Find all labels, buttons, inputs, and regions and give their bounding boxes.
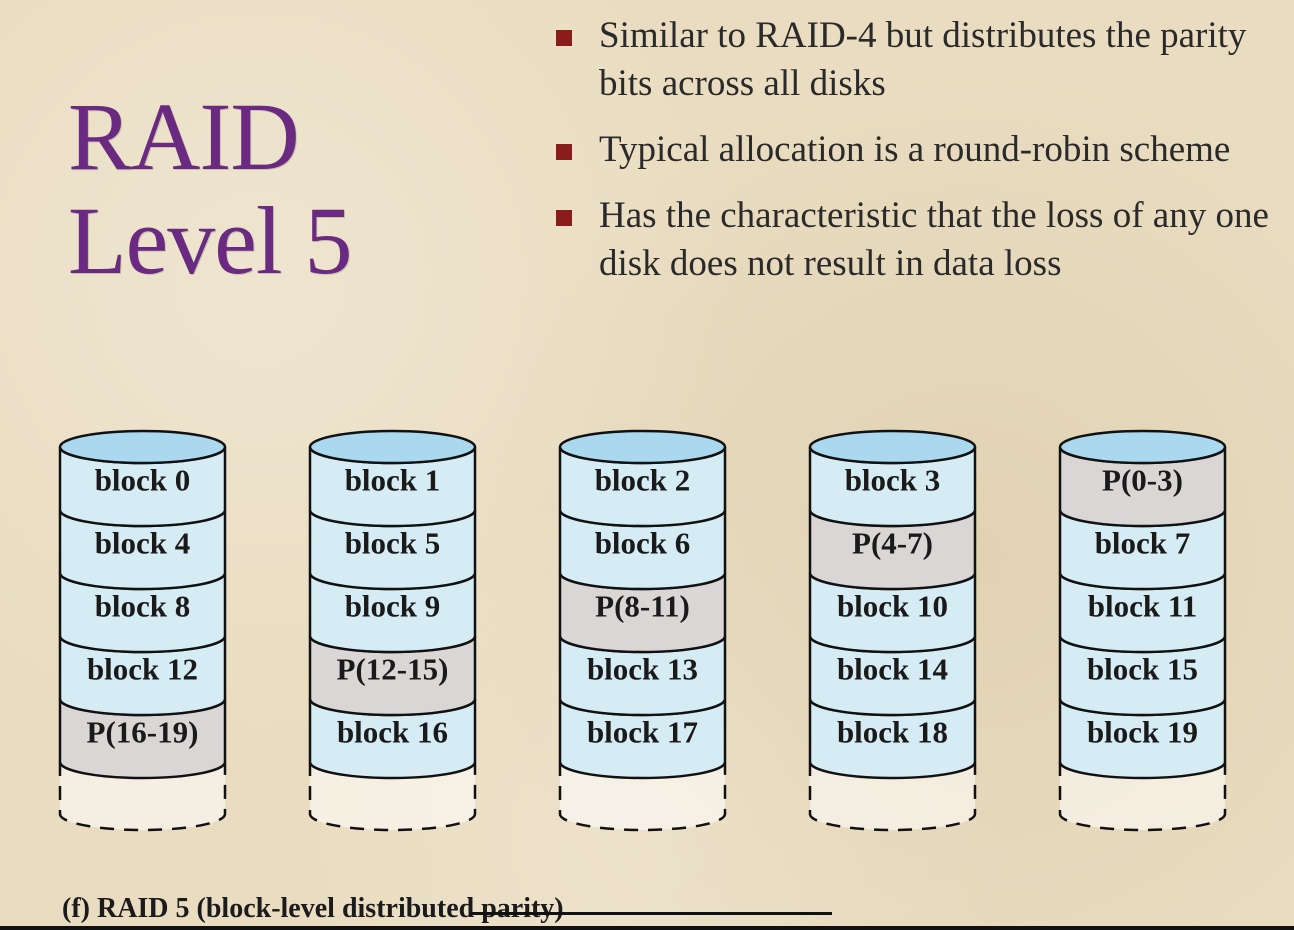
block-label: P(4-7)	[852, 526, 933, 561]
disk-top-cap	[558, 429, 727, 465]
block-label: P(0-3)	[1102, 463, 1183, 498]
disk-4: P(0-3) block 7 block 11 block 15 block 19	[1058, 429, 1227, 832]
disk-top-cap	[308, 429, 477, 465]
disk-0: block 0 block 4 block 8 block 12 P(16-19)	[58, 429, 227, 832]
block-label: block 19	[1087, 715, 1198, 750]
block-label: block 5	[345, 526, 441, 561]
disk-1: block 1 block 5 block 9 P(12-15) block 16	[308, 429, 477, 832]
block-label: P(8-11)	[595, 589, 690, 624]
block-label: block 7	[1095, 526, 1191, 561]
block-label: block 14	[837, 652, 948, 687]
block-label: block 12	[87, 652, 198, 687]
block-label: block 0	[95, 463, 191, 498]
disk-top-cap	[808, 429, 977, 465]
block-label: P(16-19)	[87, 715, 199, 750]
block-label: block 3	[845, 463, 941, 498]
figure-caption: (f) RAID 5 (block-level distributed pari…	[62, 893, 564, 924]
disk-top-cap	[1058, 429, 1227, 465]
bottom-border	[0, 926, 1294, 930]
caption-underline	[470, 912, 832, 915]
raid5-disk-diagram: block 0block 4block 8block 12P(16-19)blo…	[58, 429, 1227, 832]
block-label: block 10	[837, 589, 948, 624]
block-label: block 1	[345, 463, 441, 498]
disk-top-cap	[58, 429, 227, 465]
disk-2: block 2 block 6 P(8-11) block 13 block 17	[558, 429, 727, 832]
block-label: block 17	[587, 715, 698, 750]
block-label: block 6	[595, 526, 691, 561]
block-label: block 8	[95, 589, 191, 624]
block-label: block 13	[587, 652, 698, 687]
block-label: block 9	[345, 589, 441, 624]
block-label: block 4	[95, 526, 191, 561]
block-label: block 2	[595, 463, 691, 498]
block-label: block 15	[1087, 652, 1198, 687]
block-label: P(12-15)	[337, 652, 449, 687]
block-label: block 16	[337, 715, 448, 750]
disk-3: block 3 P(4-7) block 10 block 14 block 18	[808, 429, 977, 832]
block-label: block 11	[1088, 589, 1197, 624]
block-label: block 18	[837, 715, 948, 750]
